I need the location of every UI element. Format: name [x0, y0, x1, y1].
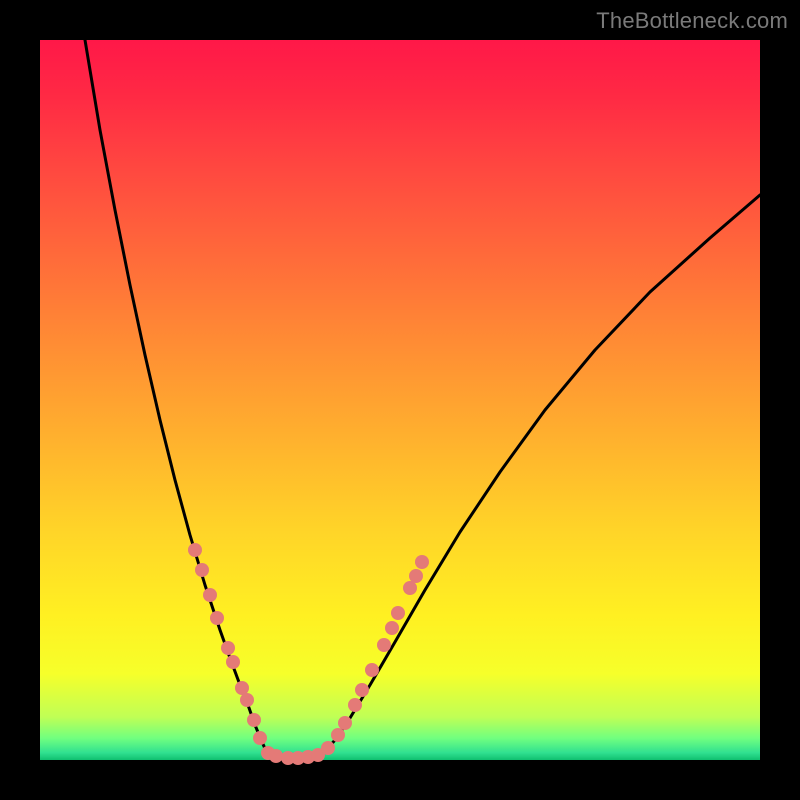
plot-area [40, 40, 760, 760]
marker-dot [235, 681, 249, 695]
marker-dot [221, 641, 235, 655]
marker-dot [415, 555, 429, 569]
chart-svg [40, 40, 760, 760]
marker-dot [210, 611, 224, 625]
marker-dot [195, 563, 209, 577]
chart-container: TheBottleneck.com [0, 0, 800, 800]
marker-dot [355, 683, 369, 697]
marker-dot [226, 655, 240, 669]
marker-dot [321, 741, 335, 755]
marker-dot [253, 731, 267, 745]
series-left-branch [85, 40, 268, 755]
marker-dot [403, 581, 417, 595]
marker-dot [377, 638, 391, 652]
marker-dot [331, 728, 345, 742]
curve-markers [188, 543, 429, 765]
marker-dot [365, 663, 379, 677]
marker-dot [338, 716, 352, 730]
marker-dot [391, 606, 405, 620]
marker-dot [385, 621, 399, 635]
marker-dot [247, 713, 261, 727]
marker-dot [188, 543, 202, 557]
marker-dot [348, 698, 362, 712]
curve-lines [85, 40, 760, 759]
series-right-branch [322, 195, 760, 755]
watermark-label: TheBottleneck.com [596, 8, 788, 34]
marker-dot [240, 693, 254, 707]
marker-dot [409, 569, 423, 583]
marker-dot [269, 749, 283, 763]
marker-dot [203, 588, 217, 602]
